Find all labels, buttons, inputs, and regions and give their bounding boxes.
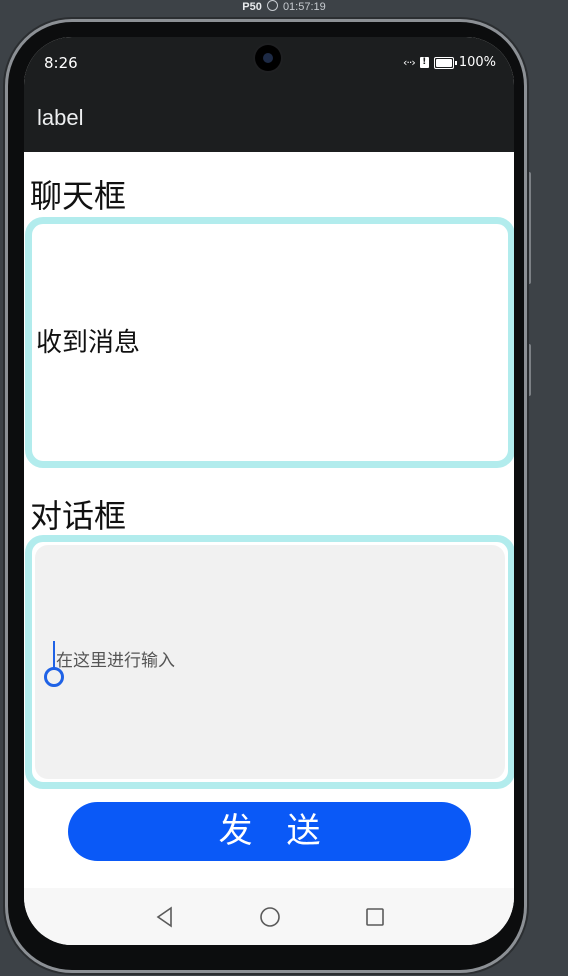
app-bar: label bbox=[24, 89, 514, 152]
nfc-icon: ‹··› bbox=[403, 56, 416, 69]
caret-handle-icon[interactable] bbox=[44, 667, 64, 687]
power-button[interactable] bbox=[526, 344, 531, 396]
navigation-bar bbox=[24, 888, 514, 945]
app-title: label bbox=[37, 105, 84, 130]
volume-button[interactable] bbox=[526, 172, 531, 284]
screen: 8:26 ‹··› ! 100% label 聊天框 收到消息 对话框 在这里进… bbox=[24, 37, 514, 945]
dialog-section-title: 对话框 bbox=[30, 497, 127, 535]
chat-section-title: 聊天框 bbox=[30, 177, 127, 215]
status-icons: ‹··› ! 100% bbox=[403, 55, 496, 70]
status-bar: 8:26 ‹··› ! 100% bbox=[24, 37, 514, 89]
device-clock: 01:57:19 bbox=[282, 1, 326, 13]
input-placeholder: 在这里进行输入 bbox=[56, 651, 175, 671]
device-model: P50 bbox=[242, 1, 262, 13]
device-caption: P50 01:57:19 bbox=[0, 0, 568, 14]
send-button[interactable]: 发 送 bbox=[68, 802, 471, 861]
clock-icon bbox=[266, 0, 278, 11]
battery-icon bbox=[433, 56, 457, 69]
main-content: 聊天框 收到消息 对话框 在这里进行输入 发 送 bbox=[24, 152, 514, 888]
message-input[interactable]: 在这里进行输入 bbox=[35, 545, 505, 779]
status-time: 8:26 bbox=[44, 54, 78, 72]
recent-square-icon[interactable] bbox=[362, 904, 388, 930]
received-message: 收到消息 bbox=[36, 328, 141, 358]
chat-box: 收到消息 bbox=[25, 217, 514, 468]
dialog-box: 在这里进行输入 bbox=[25, 535, 514, 789]
front-camera-icon bbox=[255, 45, 281, 71]
text-caret bbox=[53, 641, 55, 669]
battery-percent: 100% bbox=[458, 55, 496, 70]
back-triangle-icon[interactable] bbox=[152, 904, 178, 930]
sim-icon: ! bbox=[419, 57, 429, 68]
home-circle-icon[interactable] bbox=[257, 904, 283, 930]
